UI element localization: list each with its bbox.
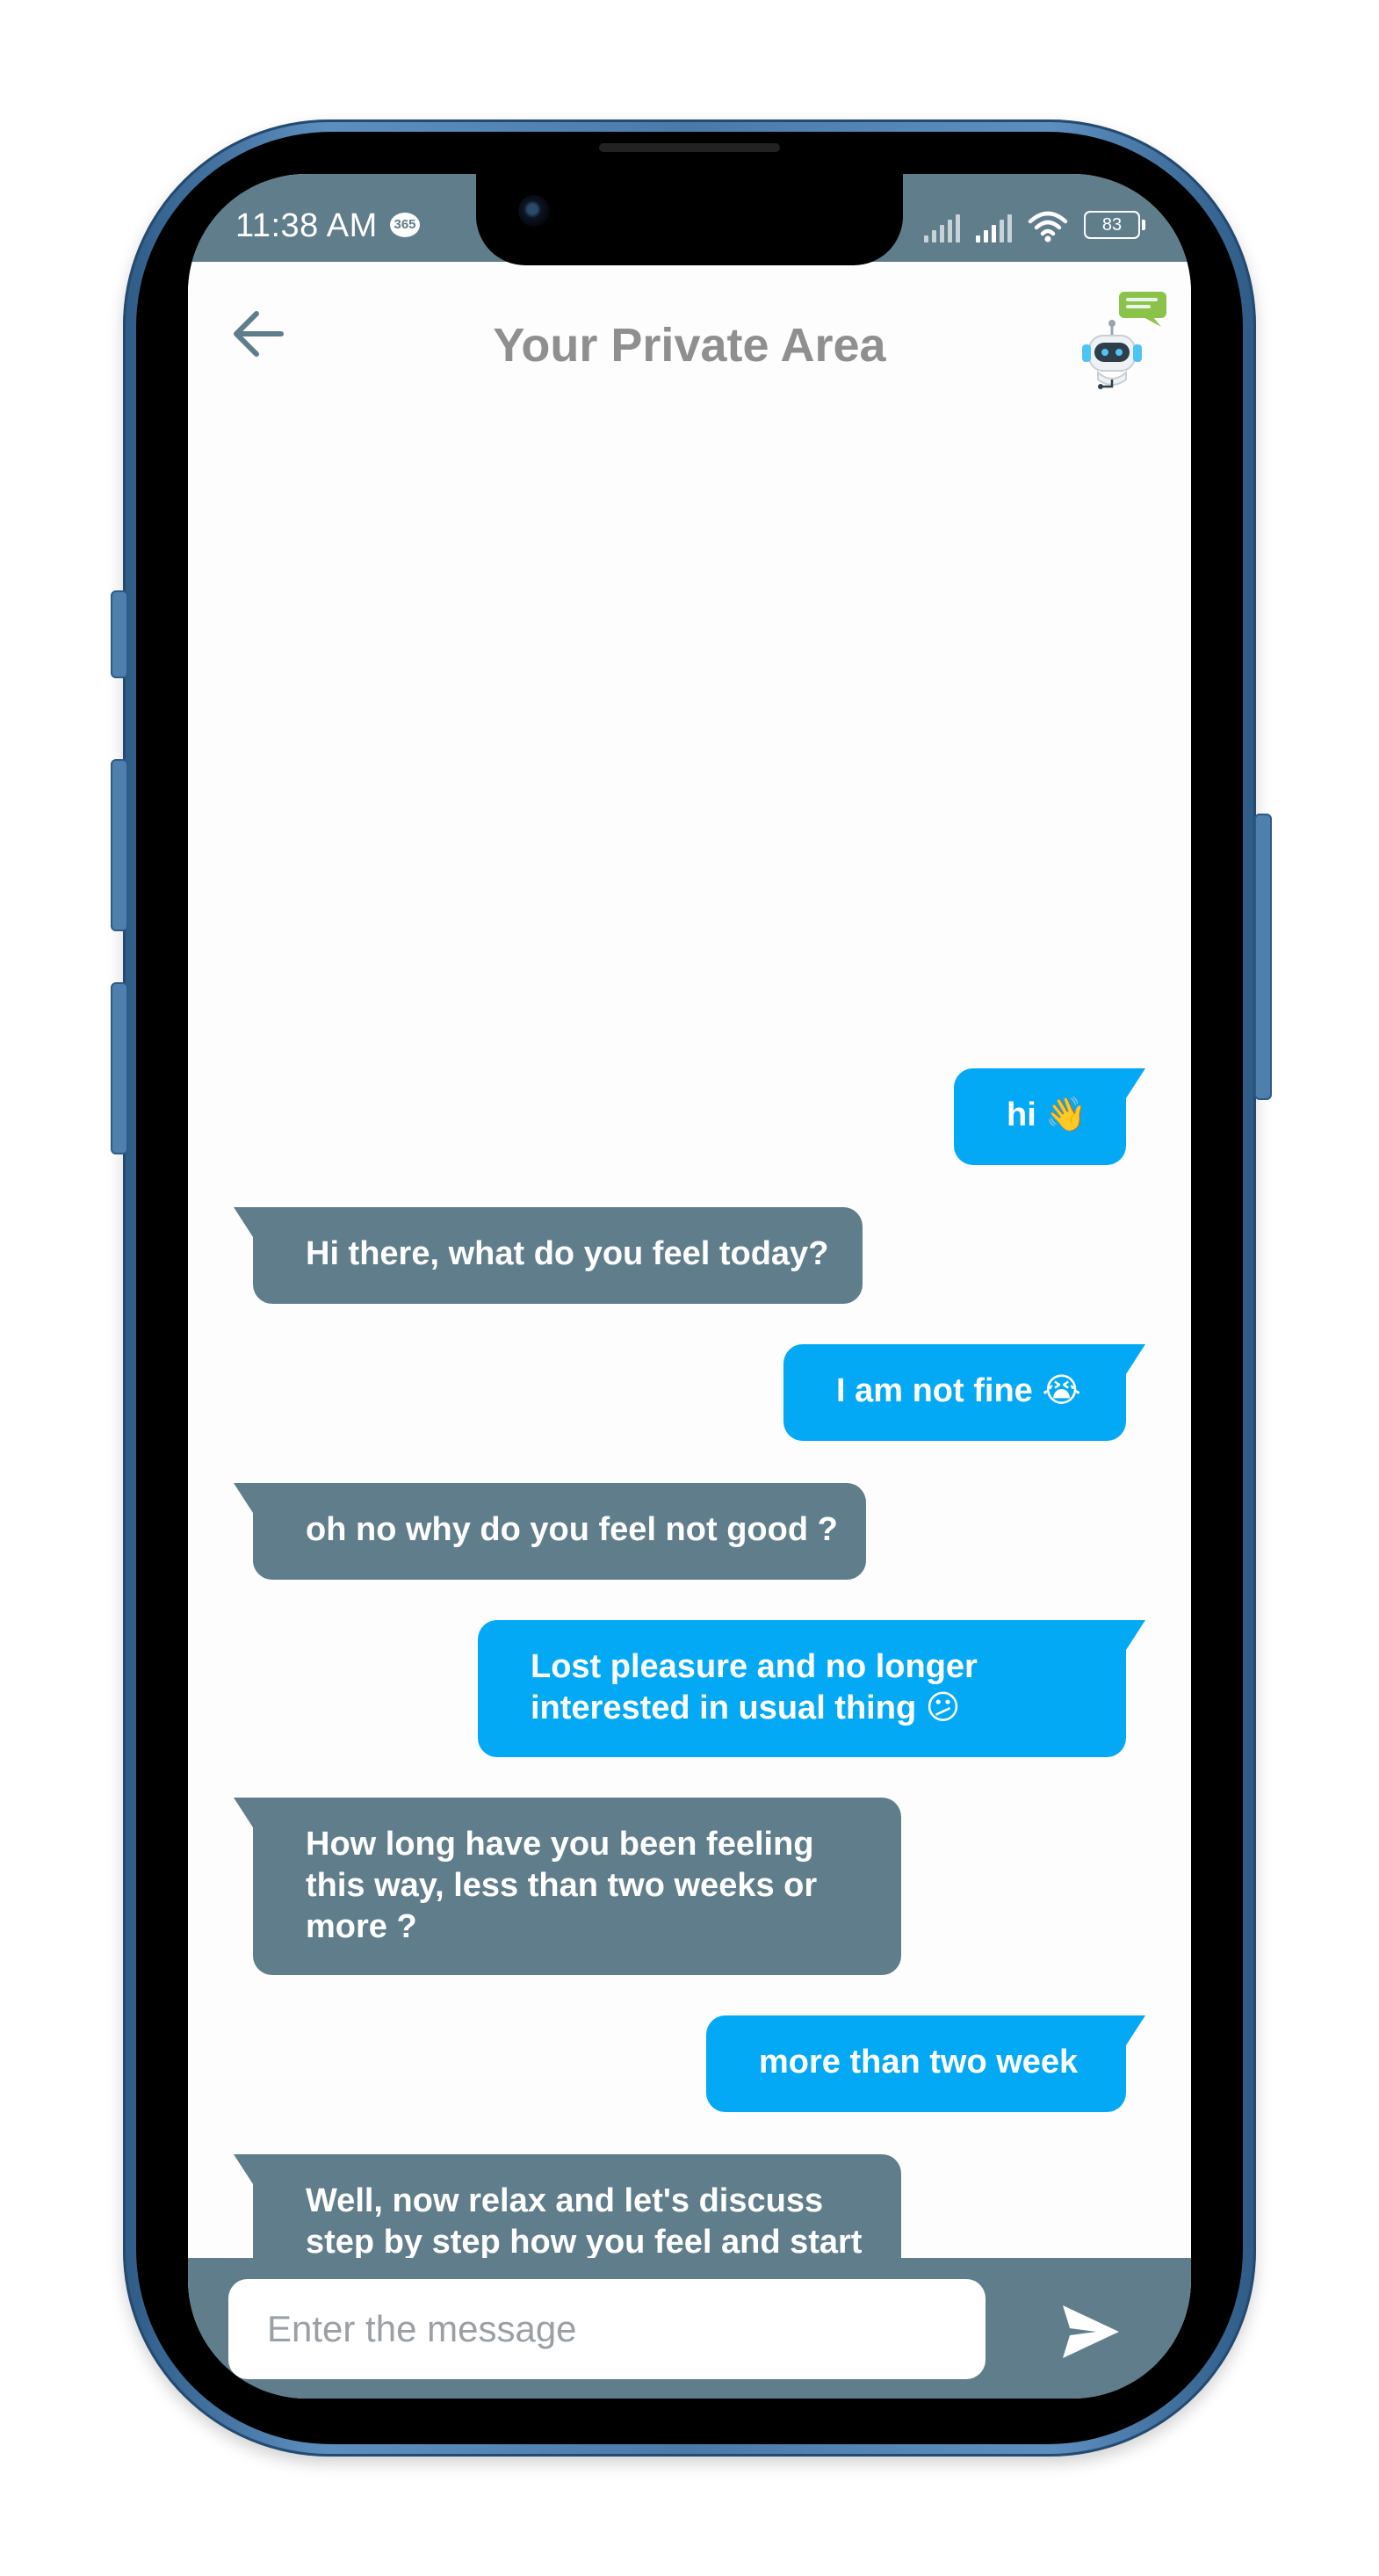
front-camera: [518, 195, 550, 227]
message-text: I am not fine 😭: [836, 1372, 1081, 1409]
volume-down-button: [111, 982, 128, 1154]
message-text: oh no why do you feel not good ?: [306, 1511, 838, 1548]
message-bubble-bot: Hi there, what do you feel today?: [234, 1207, 863, 1304]
power-button: [1254, 814, 1272, 1100]
battery-indicator: 83: [1084, 211, 1145, 239]
message-text: Hi there, what do you feel today?: [306, 1235, 829, 1272]
message-text: How long have you been feeling this way,…: [306, 1826, 818, 1945]
message-bubble-user: I am not fine 😭: [783, 1344, 1145, 1441]
message-text: Lost pleasure and no longer interested i…: [531, 1648, 978, 1726]
message-text: more than two week: [759, 2044, 1079, 2080]
page-title: Your Private Area: [493, 319, 886, 372]
message-bubble-user: Lost pleasure and no longer interested i…: [478, 1620, 1145, 1757]
status-icons: 83: [924, 207, 1145, 242]
send-icon[interactable]: [1058, 2298, 1124, 2365]
message-composer: [188, 2258, 1191, 2399]
chat-thread: hi 👋 Hi there, what do you feel today? I…: [188, 420, 1191, 2399]
message-bubble-bot: How long have you been feeling this way,…: [234, 1798, 901, 1975]
message-bubble-user: hi 👋: [954, 1068, 1145, 1165]
volume-up-button: [111, 759, 128, 931]
message-text: hi 👋: [1007, 1096, 1087, 1133]
signal-icon-sim2: [976, 213, 1012, 242]
message-bubble-bot: oh no why do you feel not good ?: [234, 1483, 866, 1580]
office365-badge-icon: 365: [390, 213, 420, 237]
chatbot-robot-icon[interactable]: [1077, 288, 1173, 394]
wifi-icon: [1028, 211, 1068, 242]
mute-switch: [111, 590, 128, 678]
phone-screen: 11:38 AM 365 83 Your Private Area hi 👋 H…: [188, 174, 1191, 2399]
message-input[interactable]: [228, 2279, 986, 2379]
earpiece-speaker: [599, 143, 780, 152]
message-bubble-user: more than two week: [706, 2015, 1145, 2112]
app-bar: Your Private Area: [188, 262, 1191, 420]
signal-icon-sim1: [924, 213, 960, 242]
status-time: 11:38 AM: [235, 207, 378, 244]
